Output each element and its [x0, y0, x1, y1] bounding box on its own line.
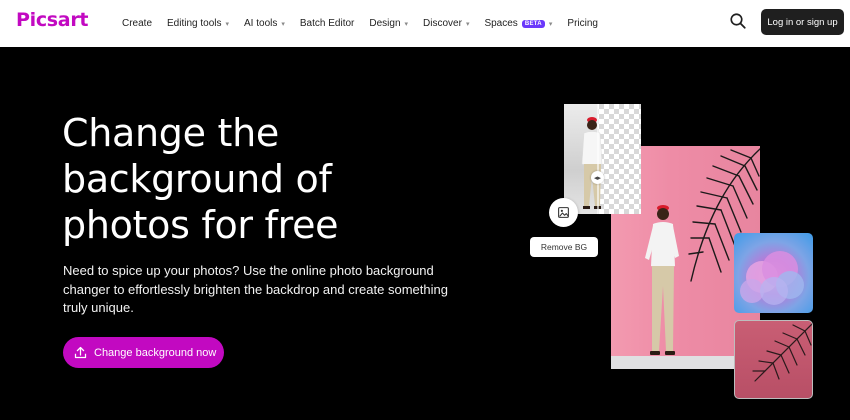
nav-item-batch-editor[interactable]: Batch Editor: [300, 18, 354, 29]
top-navigation: Picsart Create Editing tools ▾ AI tools …: [0, 0, 850, 47]
background-removed-preview: [564, 104, 641, 214]
nav-item-label: Design: [369, 18, 401, 29]
nav-item-spaces[interactable]: Spaces BETA ▾: [484, 18, 552, 29]
nav-item-label: Batch Editor: [299, 18, 355, 29]
chevron-down-icon: ▾: [404, 20, 409, 28]
nav-item-label: Spaces: [484, 18, 518, 29]
change-background-button[interactable]: Change background now: [63, 337, 224, 368]
hero-headline: Change the background of photos for free: [62, 111, 339, 247]
login-signup-button[interactable]: Log in or sign up: [761, 9, 844, 35]
chevron-down-icon: ▾: [281, 20, 285, 28]
nav-item-label: Pricing: [567, 18, 598, 29]
image-icon: [558, 207, 569, 218]
nav-item-design[interactable]: Design ▾: [369, 18, 408, 29]
hero-description: Need to spice up your photos? Use the on…: [63, 263, 448, 315]
nav-item-label: Editing tools: [167, 18, 222, 29]
search-icon[interactable]: [729, 12, 747, 30]
chevron-down-icon: ▾: [465, 20, 470, 28]
chevron-down-icon: ▾: [548, 20, 553, 28]
nav-item-label: Discover: [423, 18, 462, 29]
chevron-down-icon: ▾: [225, 20, 230, 28]
clouds-illustration: [740, 251, 804, 305]
nav-item-discover[interactable]: Discover ▾: [423, 18, 469, 29]
nav-item-pricing[interactable]: Pricing: [567, 18, 598, 29]
cloud-background-thumbnail[interactable]: [734, 233, 813, 313]
remove-bg-label: Remove BG: [530, 237, 598, 257]
nav-item-label: Create: [122, 18, 153, 29]
compare-slider-handle[interactable]: ◂▸: [591, 171, 604, 184]
remove-bg-tool-button[interactable]: [549, 198, 578, 227]
nav-item-create[interactable]: Create: [122, 18, 152, 29]
palm-background-thumbnail[interactable]: [734, 320, 813, 399]
beta-badge: BETA: [521, 19, 545, 28]
cutout-person-illustration: [581, 104, 603, 214]
cta-label: Change background now: [94, 346, 217, 359]
main-nav: Create Editing tools ▾ AI tools ▾ Batch …: [122, 0, 613, 47]
nav-item-ai-tools[interactable]: AI tools ▾: [244, 18, 285, 29]
palm-leaf-illustration: [752, 323, 812, 382]
picsart-logo[interactable]: Picsart: [16, 9, 88, 31]
nav-item-label: AI tools: [244, 18, 278, 29]
nav-item-editing-tools[interactable]: Editing tools ▾: [167, 18, 229, 29]
upload-icon: [74, 346, 87, 359]
